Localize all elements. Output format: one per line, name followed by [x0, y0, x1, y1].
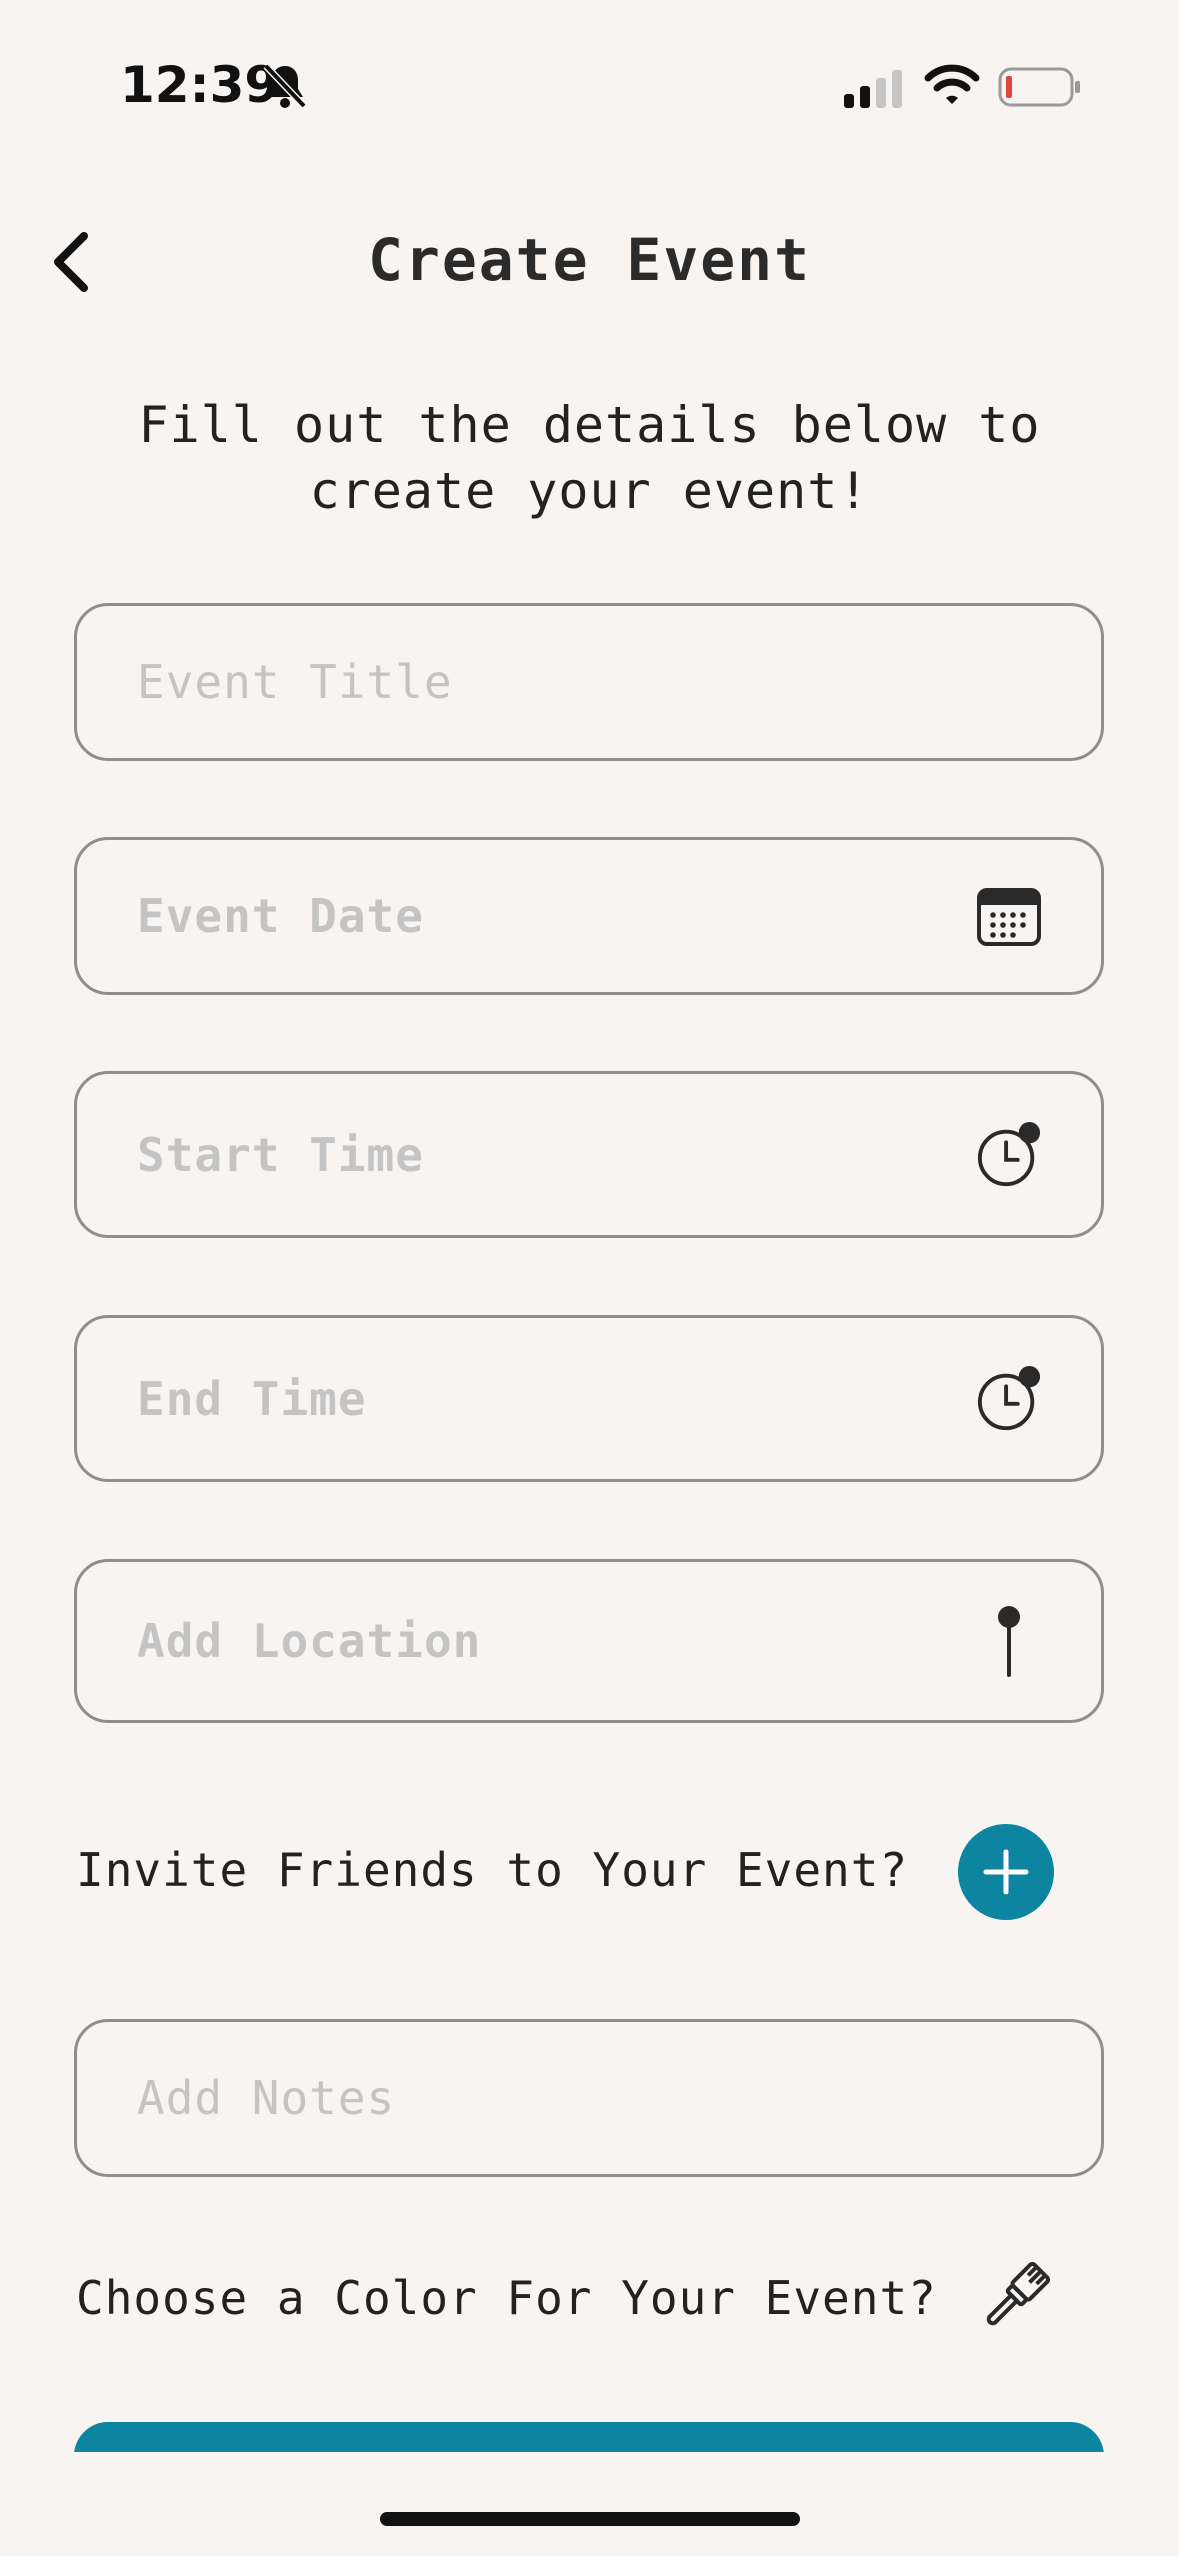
event-date-field	[74, 837, 1104, 995]
invite-friends-label: Invite Friends to Your Event?	[76, 1843, 909, 1897]
location-input[interactable]	[137, 1562, 957, 1720]
wifi-icon	[924, 64, 980, 104]
page-title: Create Event	[367, 226, 812, 294]
bottom-safe-area	[0, 2452, 1179, 2556]
event-title-field	[74, 603, 1104, 761]
nav-bar: Create Event	[0, 200, 1179, 320]
intro-line-1: Fill out the details below to	[138, 396, 1041, 454]
start-time-field	[74, 1071, 1104, 1238]
intro-text: Fill out the details below to create you…	[100, 392, 1079, 524]
add-friends-button[interactable]	[958, 1824, 1054, 1920]
start-time-input[interactable]	[137, 1074, 957, 1235]
event-date-input[interactable]	[137, 840, 957, 992]
home-indicator	[380, 2512, 800, 2526]
clock-icon[interactable]	[975, 1365, 1043, 1433]
color-picker-button[interactable]	[972, 2256, 1056, 2340]
notes-field	[74, 2019, 1104, 2177]
calendar-icon[interactable]	[975, 882, 1043, 950]
plus-icon	[983, 1849, 1029, 1895]
event-title-input[interactable]	[137, 606, 957, 758]
cellular-signal-icon	[844, 70, 902, 108]
battery-low-icon	[998, 67, 1080, 107]
bell-slash-icon	[263, 63, 307, 109]
status-bar: 12:39	[0, 0, 1179, 175]
notes-input[interactable]	[137, 2022, 957, 2174]
location-field	[74, 1559, 1104, 1723]
end-time-field	[74, 1315, 1104, 1482]
choose-color-label: Choose a Color For Your Event?	[76, 2271, 937, 2325]
paintbrush-icon	[986, 2261, 1051, 2326]
clock-icon[interactable]	[975, 1121, 1043, 1189]
status-time: 12:39	[120, 56, 280, 114]
end-time-input[interactable]	[137, 1318, 957, 1479]
pin-icon[interactable]	[975, 1606, 1043, 1677]
intro-line-2: create your event!	[309, 462, 870, 520]
